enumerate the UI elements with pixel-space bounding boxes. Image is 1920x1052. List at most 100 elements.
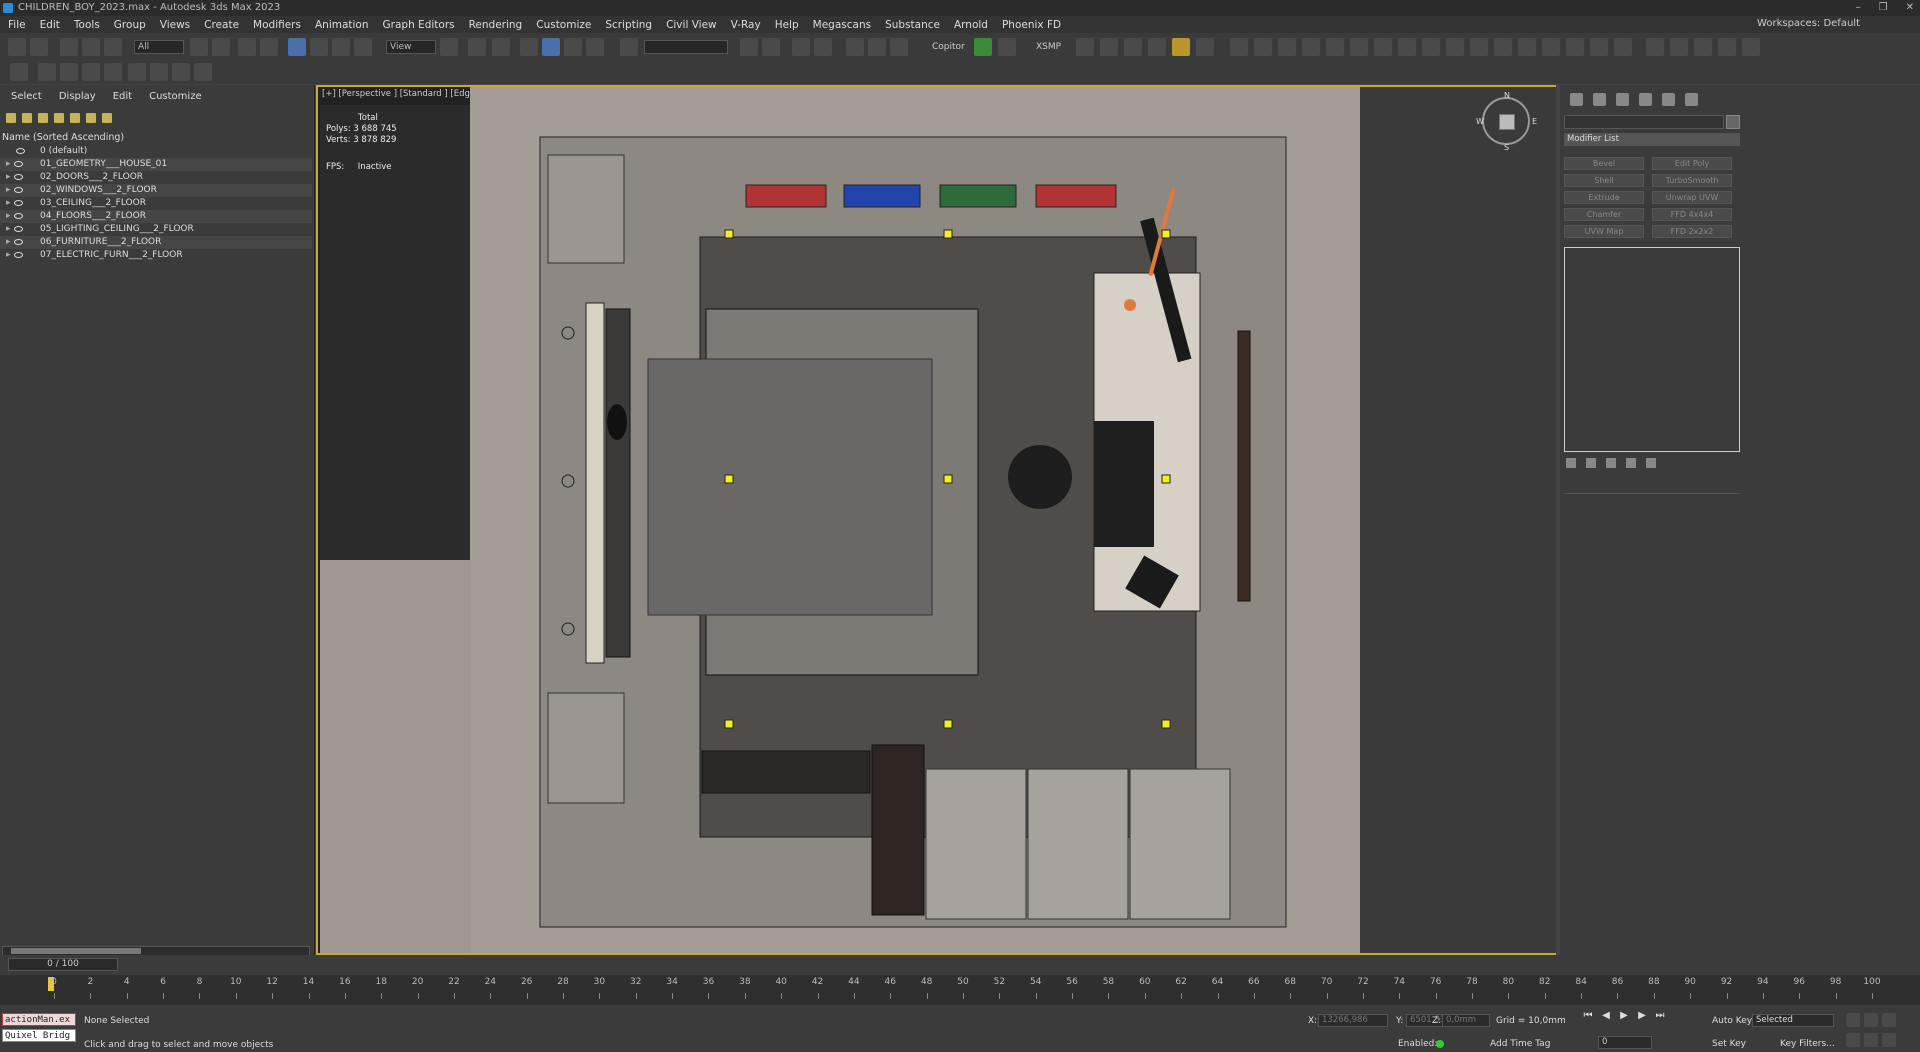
time-slider-frame[interactable]: 0 / 100 [8, 958, 118, 971]
field-of-view-icon[interactable] [1846, 1033, 1860, 1047]
render-region-icon[interactable] [1196, 38, 1214, 56]
close-icon[interactable]: ✕ [1906, 0, 1914, 16]
visibility-eye-icon[interactable] [14, 200, 23, 206]
track-bar[interactable]: 0 2 4 6 8 10 12 14 16 18 20 22 24 26 28 30 32 34 36 38 40 42 4… [0, 975, 1920, 1005]
menu-group[interactable]: Group [114, 19, 146, 31]
expand-arrow-icon[interactable]: ▸ [6, 197, 11, 210]
hierarchy-tab-icon[interactable] [1616, 93, 1629, 106]
layer-row[interactable]: ▸ 05_LIGHTING_CEILING___2_FLOOR [0, 223, 312, 236]
go-to-start-icon[interactable]: ⏮ [1582, 1010, 1594, 1022]
modifier-button-edit-poly[interactable]: Edit Poly [1652, 157, 1732, 170]
select-rotate-icon[interactable] [310, 38, 328, 56]
light-marker[interactable] [724, 719, 734, 729]
visibility-eye-icon[interactable] [14, 187, 23, 193]
phoenix-wind-icon[interactable] [1742, 38, 1760, 56]
vray-bulb-icon[interactable] [1494, 38, 1512, 56]
visibility-eye-icon[interactable] [14, 161, 23, 167]
remove-modifier-icon[interactable] [1626, 458, 1636, 468]
x-coordinate-field[interactable]: 13266,986 [1318, 1014, 1388, 1027]
ribbon-icon[interactable] [846, 38, 864, 56]
layer-filter-icon[interactable] [54, 113, 64, 123]
layer-row[interactable]: ▸ 02_DOORS___2_FLOOR [0, 171, 312, 184]
render-iterative-icon[interactable] [1148, 38, 1166, 56]
select-move-icon[interactable] [288, 38, 306, 56]
expand-arrow-icon[interactable]: ▸ [6, 210, 11, 223]
explorer-tab-display[interactable]: Display [59, 91, 96, 105]
modifier-stack[interactable] [1564, 247, 1740, 452]
vray-bitmap-icon[interactable] [1518, 38, 1536, 56]
vray-sphere-icon[interactable] [1422, 38, 1440, 56]
unlink-icon[interactable] [82, 38, 100, 56]
light-marker[interactable] [1161, 229, 1171, 239]
light-marker[interactable] [943, 719, 953, 729]
maxscript-listener-2[interactable]: Quixel Bridg [2, 1029, 76, 1042]
motion-tab-icon[interactable] [1639, 93, 1652, 106]
menu-civil-view[interactable]: Civil View [666, 19, 717, 31]
visibility-eye-icon[interactable] [16, 148, 25, 154]
enabled-indicator-icon[interactable] [1436, 1040, 1444, 1048]
pan-view-icon[interactable] [1864, 1033, 1878, 1047]
vray-scatter-icon[interactable] [1590, 38, 1608, 56]
selection-filter-dropdown[interactable]: All [134, 40, 184, 54]
previous-frame-icon[interactable]: ◀ [1600, 1010, 1612, 1022]
render-to-texture-icon[interactable] [172, 63, 190, 81]
layer-explorer-icon[interactable] [814, 38, 832, 56]
menu-help[interactable]: Help [775, 19, 799, 31]
brush-icon[interactable] [60, 63, 78, 81]
visibility-eye-icon[interactable] [14, 213, 23, 219]
sphere-icon[interactable] [104, 63, 122, 81]
phoenix-source-icon[interactable] [1694, 38, 1712, 56]
object-color-swatch[interactable] [1726, 115, 1740, 129]
modify-tab-icon[interactable] [1593, 93, 1606, 106]
angle-snap-icon[interactable] [542, 38, 560, 56]
schematic-view-icon[interactable] [890, 38, 908, 56]
menu-customize[interactable]: Customize [536, 19, 591, 31]
utilities-tab-icon[interactable] [1685, 93, 1698, 106]
menu-scripting[interactable]: Scripting [605, 19, 652, 31]
copitor-label[interactable]: Copitor [932, 42, 965, 52]
select-object-icon[interactable] [190, 38, 208, 56]
explorer-tab-customize[interactable]: Customize [149, 91, 202, 105]
workspaces-selector[interactable]: Workspaces: Default [1757, 18, 1860, 29]
layer-highlight-icon[interactable] [86, 113, 96, 123]
modifier-button-uvw-map[interactable]: UVW Map [1564, 225, 1644, 238]
select-by-name-icon[interactable] [212, 38, 230, 56]
orbit-icon[interactable] [1882, 1033, 1896, 1047]
align-icon[interactable] [762, 38, 780, 56]
window-crossing-icon[interactable] [260, 38, 278, 56]
keyboard-shortcut-icon[interactable] [492, 38, 510, 56]
rendered-frame-icon[interactable] [1100, 38, 1118, 56]
select-manipulate-icon[interactable] [468, 38, 486, 56]
menu-tools[interactable]: Tools [74, 19, 100, 31]
play-icon[interactable]: ▶ [1618, 1010, 1630, 1022]
layer-row[interactable]: ▸ 01_GEOMETRY___HOUSE_01 [0, 158, 312, 171]
layer-row[interactable]: ▸ 06_FURNITURE___2_FLOOR [0, 236, 312, 249]
layer-hierarchy-icon[interactable] [70, 113, 80, 123]
scrollbar-thumb[interactable] [11, 948, 141, 954]
zoom-all-icon[interactable] [1864, 1013, 1878, 1027]
expand-arrow-icon[interactable]: ▸ [6, 158, 11, 171]
help-icon[interactable] [1614, 38, 1632, 56]
expand-arrow-icon[interactable]: ▸ [6, 223, 11, 236]
modifier-button-chamfer[interactable]: Chamfer [1564, 208, 1644, 221]
menu-animation[interactable]: Animation [315, 19, 369, 31]
pivot-center-icon[interactable] [440, 38, 458, 56]
modifier-button-bevel[interactable]: Bevel [1564, 157, 1644, 170]
menu-vray[interactable]: V-Ray [731, 19, 761, 31]
expand-arrow-icon[interactable]: ▸ [6, 249, 11, 262]
vray-light-icon[interactable] [1230, 38, 1248, 56]
light-marker[interactable] [943, 229, 953, 239]
vray-sun-icon[interactable] [1302, 38, 1320, 56]
create-tab-icon[interactable] [1570, 93, 1583, 106]
menu-create[interactable]: Create [204, 19, 239, 31]
light-marker[interactable] [943, 474, 953, 484]
expand-arrow-icon[interactable]: ▸ [6, 171, 11, 184]
spinner-snap-icon[interactable] [586, 38, 604, 56]
light-marker[interactable] [724, 474, 734, 484]
next-frame-icon[interactable]: ▶ [1636, 1010, 1648, 1022]
explorer-tab-edit[interactable]: Edit [113, 91, 132, 105]
shield-icon[interactable] [998, 38, 1016, 56]
xsmp-label[interactable]: XSMP [1036, 42, 1061, 52]
new-layer-icon[interactable] [22, 113, 32, 123]
rect-selection-icon[interactable] [238, 38, 256, 56]
